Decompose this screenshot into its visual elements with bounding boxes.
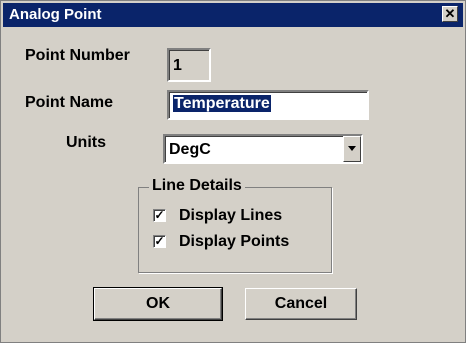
cancel-button[interactable]: Cancel <box>245 288 357 320</box>
display-lines-checkbox[interactable]: ✓ <box>153 209 166 222</box>
title-bar[interactable]: Analog Point ✕ <box>3 3 463 27</box>
point-number-value: 1 <box>173 57 182 74</box>
display-points-label[interactable]: Display Points <box>179 233 289 251</box>
point-number-field: 1 <box>167 48 211 82</box>
point-name-input[interactable]: Temperature <box>167 90 369 120</box>
units-label: Units <box>66 134 106 151</box>
point-number-label: Point Number <box>25 47 130 64</box>
close-button[interactable]: ✕ <box>442 6 458 22</box>
check-icon: ✓ <box>154 234 165 248</box>
point-name-value: Temperature <box>173 95 271 112</box>
close-icon: ✕ <box>444 6 456 21</box>
line-details-group: Line Details ✓ Display Lines ✓ Display P… <box>138 177 332 273</box>
ok-button[interactable]: OK <box>93 287 223 321</box>
units-selected-value: DegC <box>169 141 211 158</box>
window-title: Analog Point <box>9 6 102 23</box>
point-name-label: Point Name <box>25 94 114 111</box>
line-details-title: Line Details <box>149 177 245 195</box>
check-icon: ✓ <box>154 208 165 222</box>
units-select[interactable]: DegC <box>163 134 363 164</box>
analog-point-dialog: Analog Point ✕ Point Number 1 Point Name… <box>0 0 466 343</box>
chevron-down-icon[interactable] <box>343 136 361 162</box>
display-lines-label[interactable]: Display Lines <box>179 207 282 225</box>
display-points-checkbox[interactable]: ✓ <box>153 235 166 248</box>
